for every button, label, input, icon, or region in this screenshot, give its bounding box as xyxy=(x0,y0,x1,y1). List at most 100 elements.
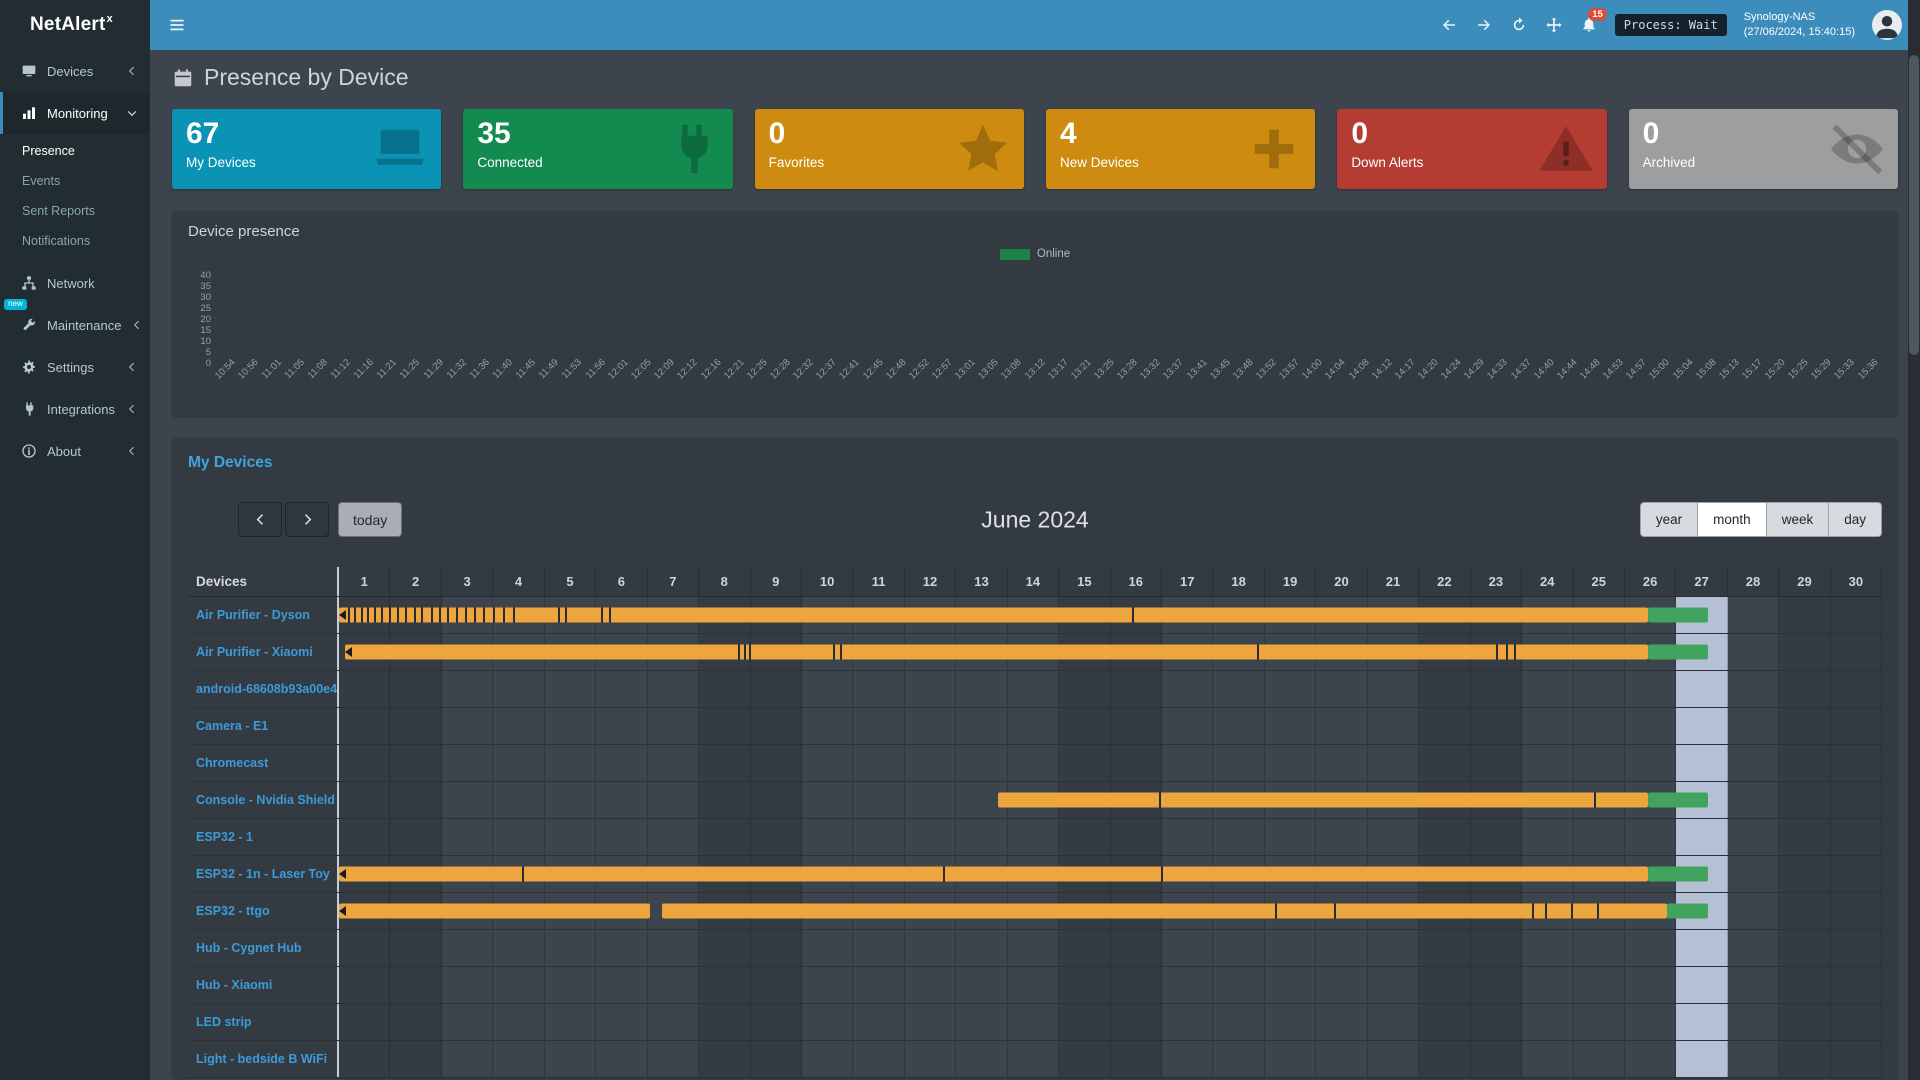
navbar-right: 15 Process: Wait Synology-NAS (27/06/202… xyxy=(1440,10,1902,40)
day-cell xyxy=(1728,597,1779,633)
day-header: 11 xyxy=(853,567,904,596)
x-tick-label: 14:33 xyxy=(1485,357,1510,382)
presence-bar-recent[interactable] xyxy=(1648,645,1708,660)
sidebar-nav: DevicesMonitoringPresenceEventsSent Repo… xyxy=(0,50,150,472)
legend-label: Online xyxy=(1037,248,1070,260)
device-name[interactable]: Console - Nvidia Shield T xyxy=(188,782,339,818)
sidebar-item-network[interactable]: Network xyxy=(0,262,150,304)
arrow-right-icon[interactable] xyxy=(1475,16,1493,34)
device-name[interactable]: ESP32 - 1n - Laser Toy xyxy=(188,856,339,892)
sidebar-item-integrations[interactable]: Integrations xyxy=(0,388,150,430)
day-cell xyxy=(493,967,544,1003)
day-cell xyxy=(390,1041,441,1077)
view-button-year[interactable]: year xyxy=(1640,502,1698,537)
next-button[interactable] xyxy=(285,502,329,537)
presence-bar-online[interactable] xyxy=(339,904,650,919)
day-cell xyxy=(1213,1041,1264,1077)
x-tick: 11:36 xyxy=(471,354,494,402)
view-button-day[interactable]: day xyxy=(1829,502,1882,537)
prev-button[interactable] xyxy=(238,502,282,537)
presence-bar-recent[interactable] xyxy=(1667,904,1708,919)
process-status[interactable]: Process: Wait xyxy=(1615,14,1727,36)
device-name[interactable]: Air Purifier - Xiaomi xyxy=(188,634,339,670)
sidebar-item-monitoring[interactable]: Monitoring xyxy=(0,92,150,134)
device-name[interactable]: Air Purifier - Dyson xyxy=(188,597,339,633)
presence-bar-online[interactable] xyxy=(339,867,1648,882)
device-name[interactable]: Camera - E1 xyxy=(188,708,339,744)
calendar-nav-group xyxy=(238,502,329,537)
today-button[interactable]: today xyxy=(338,502,402,537)
chart-bars xyxy=(216,270,1882,354)
day-cell xyxy=(596,930,647,966)
x-tick: 11:12 xyxy=(332,354,355,402)
x-tick-label: 12:09 xyxy=(652,357,677,382)
notifications-bell[interactable]: 15 xyxy=(1580,16,1598,34)
day-cell xyxy=(751,967,802,1003)
device-name[interactable]: Chromecast xyxy=(188,745,339,781)
device-name[interactable]: LED strip xyxy=(188,1004,339,1040)
sidebar-subitem-sent-reports[interactable]: Sent Reports xyxy=(0,196,150,226)
day-cell xyxy=(442,967,493,1003)
view-button-month[interactable]: month xyxy=(1698,502,1767,537)
x-tick: 15:17 xyxy=(1743,354,1766,402)
avatar[interactable] xyxy=(1872,10,1902,40)
day-cell xyxy=(699,1004,750,1040)
infobox-favorites[interactable]: 0Favorites xyxy=(755,109,1024,189)
gantt-row: Hub - Xiaomi xyxy=(188,967,1882,1004)
x-tick-label: 12:52 xyxy=(907,357,932,382)
page-scrollbar[interactable] xyxy=(1908,0,1920,1080)
presence-gap-tick xyxy=(1532,904,1534,919)
device-name[interactable]: ESP32 - 1 xyxy=(188,819,339,855)
presence-gap-tick xyxy=(439,608,441,623)
app-logo[interactable]: NetAlertx xyxy=(0,0,150,50)
x-tick-label: 14:53 xyxy=(1601,357,1626,382)
sidebar-item-settings[interactable]: Settings xyxy=(0,346,150,388)
presence-bar-online[interactable] xyxy=(339,608,1648,623)
day-cell xyxy=(1779,597,1830,633)
presence-bar-recent[interactable] xyxy=(1648,867,1708,882)
presence-gap-tick xyxy=(1132,608,1134,623)
day-cell xyxy=(853,708,904,744)
sidebar-item-about[interactable]: About xyxy=(0,430,150,472)
sidebar-subitem-notifications[interactable]: Notifications xyxy=(0,226,150,256)
device-name[interactable]: Light - bedside B WiFi xyxy=(188,1041,339,1077)
sidebar-subitem-events[interactable]: Events xyxy=(0,166,150,196)
hamburger-icon[interactable] xyxy=(168,16,186,34)
page-title-text: Presence by Device xyxy=(204,64,409,91)
sidebar-subitem-presence[interactable]: Presence xyxy=(0,136,150,166)
gantt-row: Light - bedside B WiFi xyxy=(188,1041,1882,1078)
move-icon[interactable] xyxy=(1545,16,1563,34)
presence-bar-online[interactable] xyxy=(662,904,1667,919)
day-cell xyxy=(1574,819,1625,855)
infobox-down-alerts[interactable]: 0Down Alerts xyxy=(1337,109,1606,189)
presence-bar-online[interactable] xyxy=(998,793,1648,808)
presence-bar-recent[interactable] xyxy=(1648,608,1708,623)
refresh-icon[interactable] xyxy=(1510,16,1528,34)
infobox-connected[interactable]: 35Connected xyxy=(463,109,732,189)
day-cell xyxy=(1574,1041,1625,1077)
device-name[interactable]: android-68608b93a00e4 xyxy=(188,671,339,707)
presence-bar-online[interactable] xyxy=(345,645,1648,660)
infobox-new-devices[interactable]: 4New Devices xyxy=(1046,109,1315,189)
device-name[interactable]: ESP32 - ttgo xyxy=(188,893,339,929)
network-icon xyxy=(21,275,37,291)
x-tick-label: 15:00 xyxy=(1647,357,1672,382)
presence-bar-recent[interactable] xyxy=(1648,793,1708,808)
view-button-week[interactable]: week xyxy=(1767,502,1830,537)
y-tick-label: 40 xyxy=(200,270,211,281)
device-name[interactable]: Hub - Xiaomi xyxy=(188,967,339,1003)
device-name[interactable]: Hub - Cygnet Hub xyxy=(188,930,339,966)
gantt-row: ESP32 - 1n - Laser Toy xyxy=(188,856,1882,893)
infobox-archived[interactable]: 0Archived xyxy=(1629,109,1898,189)
sidebar-item-devices[interactable]: Devices xyxy=(0,50,150,92)
day-cell xyxy=(596,1041,647,1077)
day-cell xyxy=(596,671,647,707)
arrow-left-icon[interactable] xyxy=(1440,16,1458,34)
infobox-my-devices[interactable]: 67My Devices xyxy=(172,109,441,189)
scrollbar-thumb[interactable] xyxy=(1909,55,1919,355)
x-tick: 15:36 xyxy=(1859,354,1882,402)
x-tick-label: 13:08 xyxy=(999,357,1024,382)
x-tick: 11:45 xyxy=(517,354,540,402)
sidebar-item-maintenance[interactable]: Maintenancenew xyxy=(0,304,150,346)
day-cell xyxy=(545,745,596,781)
